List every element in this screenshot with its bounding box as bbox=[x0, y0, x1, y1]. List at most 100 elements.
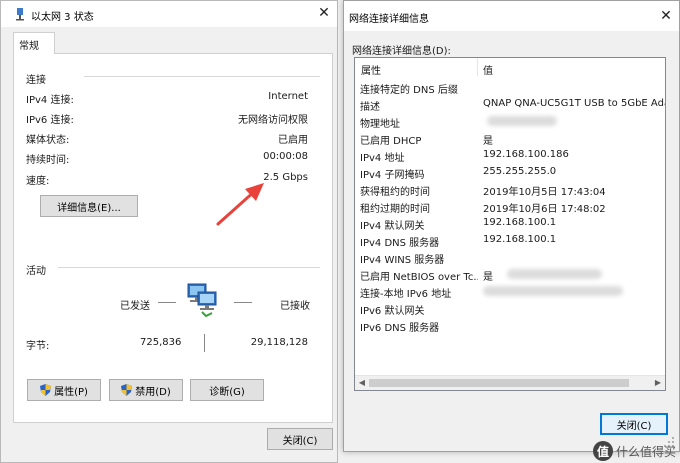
list-item[interactable]: IPv4 默认网关 192.168.100.1 bbox=[357, 214, 665, 232]
property-name: 已启用 NetBIOS over Tc... bbox=[360, 272, 478, 283]
watermark-text: 什么值得买 bbox=[615, 444, 676, 459]
annotation-arrow-icon bbox=[216, 183, 264, 226]
scroll-left-icon[interactable]: ◀ bbox=[357, 378, 367, 388]
disable-button[interactable]: 禁用(D) bbox=[109, 379, 183, 401]
details-window-titlebar[interactable]: 网络连接详细信息 ✕ bbox=[344, 1, 679, 31]
diagnose-button-label: 诊断(G) bbox=[209, 386, 245, 398]
details-window: 网络连接详细信息 ✕ 网络连接详细信息(D): 属性 值 连接特定的 DNS 后… bbox=[343, 0, 680, 452]
scrollbar-thumb[interactable] bbox=[369, 379, 629, 387]
property-name: IPv4 WINS 服务器 bbox=[360, 255, 445, 266]
status-window: 以太网 3 状态 ✕ 常规 连接 IPv4 连接: Internet IPv6 … bbox=[0, 0, 338, 463]
property-name: IPv6 DNS 服务器 bbox=[360, 323, 440, 334]
status-window-titlebar[interactable]: 以太网 3 状态 ✕ bbox=[1, 1, 337, 27]
duration-value: 00:00:08 bbox=[263, 151, 308, 162]
properties-button[interactable]: 属性(P) bbox=[27, 379, 101, 401]
status-close-button[interactable]: 关闭(C) bbox=[267, 428, 333, 450]
sent-dash bbox=[158, 302, 176, 303]
activity-heading: 活动 bbox=[26, 266, 46, 277]
duration-label: 持续时间: bbox=[26, 155, 70, 166]
ipv6-connectivity-value: 无网络访问权限 bbox=[238, 115, 308, 126]
list-item[interactable]: IPv6 默认网关 bbox=[357, 299, 665, 317]
network-adapter-icon bbox=[16, 8, 24, 21]
network-computers-icon bbox=[187, 283, 217, 318]
details-button[interactable]: 详细信息(E)... bbox=[40, 195, 138, 217]
property-name: IPv4 子网掩码 bbox=[360, 170, 425, 181]
property-value: 2019年10月6日 17:48:02 bbox=[483, 204, 606, 215]
list-item[interactable]: IPv6 DNS 服务器 bbox=[357, 316, 665, 334]
sent-label: 已发送 bbox=[120, 301, 150, 312]
property-name: 获得租约的时间 bbox=[360, 187, 430, 198]
property-value: 192.168.100.1 bbox=[483, 234, 557, 245]
column-header-value[interactable]: 值 bbox=[479, 58, 665, 77]
list-item[interactable]: 物理地址 bbox=[357, 112, 665, 130]
redacted-value bbox=[507, 269, 602, 279]
properties-button-label: 属性(P) bbox=[54, 386, 88, 398]
list-item[interactable]: 描述 QNAP QNA-UC5G1T USB to 5GbE Adap bbox=[357, 95, 666, 113]
property-name: IPv4 默认网关 bbox=[360, 221, 425, 232]
scroll-right-icon[interactable]: ▶ bbox=[653, 378, 663, 388]
bytes-divider bbox=[204, 334, 205, 352]
details-window-title: 网络连接详细信息 bbox=[349, 14, 429, 25]
property-name: 描述 bbox=[360, 102, 380, 113]
media-state-value: 已启用 bbox=[278, 135, 308, 146]
details-close-button-label: 关闭(C) bbox=[616, 420, 652, 432]
activity-separator bbox=[58, 267, 320, 268]
redacted-ipv6 bbox=[483, 286, 623, 296]
horizontal-scrollbar[interactable]: ◀ ▶ bbox=[355, 375, 665, 390]
connection-separator bbox=[84, 76, 320, 77]
ipv6-connectivity-label: IPv6 连接: bbox=[26, 115, 74, 126]
watermark-badge: 值 bbox=[592, 441, 613, 461]
received-dash bbox=[234, 302, 252, 303]
details-button-label: 详细信息(E)... bbox=[57, 202, 121, 214]
uac-shield-icon bbox=[121, 384, 133, 396]
property-name: IPv4 地址 bbox=[360, 153, 405, 164]
property-name: 租约过期的时间 bbox=[360, 204, 430, 215]
property-value: 是 bbox=[483, 272, 493, 283]
property-value: 192.168.100.186 bbox=[483, 149, 569, 160]
ipv4-connectivity-label: IPv4 连接: bbox=[26, 95, 74, 106]
speed-label: 速度: bbox=[26, 176, 50, 187]
list-item[interactable]: 连接-本地 IPv6 地址 bbox=[357, 282, 665, 300]
general-panel: 连接 IPv4 连接: Internet IPv6 连接: 无网络访问权限 媒体… bbox=[13, 53, 333, 423]
disable-button-label: 禁用(D) bbox=[135, 386, 171, 398]
list-item[interactable]: 已启用 NetBIOS over Tc... 是 bbox=[357, 265, 665, 283]
list-item[interactable]: 获得租约的时间 2019年10月5日 17:43:04 bbox=[357, 180, 665, 198]
close-icon[interactable]: ✕ bbox=[659, 8, 673, 24]
details-list-header: 属性 值 bbox=[355, 58, 665, 77]
status-window-title: 以太网 3 状态 bbox=[31, 12, 94, 23]
connection-heading: 连接 bbox=[26, 75, 46, 86]
bytes-sent-value: 725,836 bbox=[140, 337, 182, 348]
watermark: 值 什么值得买 bbox=[592, 441, 676, 461]
property-value: 192.168.100.1 bbox=[483, 217, 557, 228]
list-item[interactable]: 租约过期的时间 2019年10月6日 17:48:02 bbox=[357, 197, 665, 215]
column-header-property[interactable]: 属性 bbox=[357, 58, 478, 77]
close-icon[interactable]: ✕ bbox=[317, 5, 331, 21]
list-item[interactable]: IPv4 子网掩码 255.255.255.0 bbox=[357, 163, 665, 181]
diagnose-button[interactable]: 诊断(G) bbox=[190, 379, 264, 401]
property-value: QNAP QNA-UC5G1T USB to 5GbE Adap bbox=[483, 98, 666, 109]
ipv4-connectivity-value: Internet bbox=[268, 91, 308, 102]
media-state-label: 媒体状态: bbox=[26, 135, 70, 146]
property-name: 连接特定的 DNS 后缀 bbox=[360, 85, 458, 96]
list-item[interactable]: IPv4 DNS 服务器 192.168.100.1 bbox=[357, 231, 665, 249]
property-value: 是 bbox=[483, 136, 493, 147]
list-item[interactable]: IPv4 地址 192.168.100.186 bbox=[357, 146, 665, 164]
details-list[interactable]: 属性 值 连接特定的 DNS 后缀 描述 QNAP QNA-UC5G1T USB … bbox=[354, 57, 666, 391]
details-close-button[interactable]: 关闭(C) bbox=[600, 413, 668, 435]
property-name: IPv4 DNS 服务器 bbox=[360, 238, 440, 249]
property-value: 2019年10月5日 17:43:04 bbox=[483, 187, 606, 198]
property-value: 255.255.255.0 bbox=[483, 166, 557, 177]
status-close-button-label: 关闭(C) bbox=[282, 435, 318, 447]
property-name: 物理地址 bbox=[360, 119, 400, 130]
bytes-label: 字节: bbox=[26, 341, 50, 352]
received-label: 已接收 bbox=[280, 301, 310, 312]
uac-shield-icon bbox=[40, 384, 52, 396]
property-name: 连接-本地 IPv6 地址 bbox=[360, 289, 452, 300]
property-name: 已启用 DHCP bbox=[360, 136, 422, 147]
list-item[interactable]: 连接特定的 DNS 后缀 bbox=[357, 78, 665, 96]
tab-general[interactable]: 常规 bbox=[13, 32, 55, 54]
list-item[interactable]: IPv4 WINS 服务器 bbox=[357, 248, 665, 266]
redacted-mac bbox=[487, 116, 557, 126]
list-item[interactable]: 已启用 DHCP 是 bbox=[357, 129, 665, 147]
property-name: IPv6 默认网关 bbox=[360, 306, 425, 317]
